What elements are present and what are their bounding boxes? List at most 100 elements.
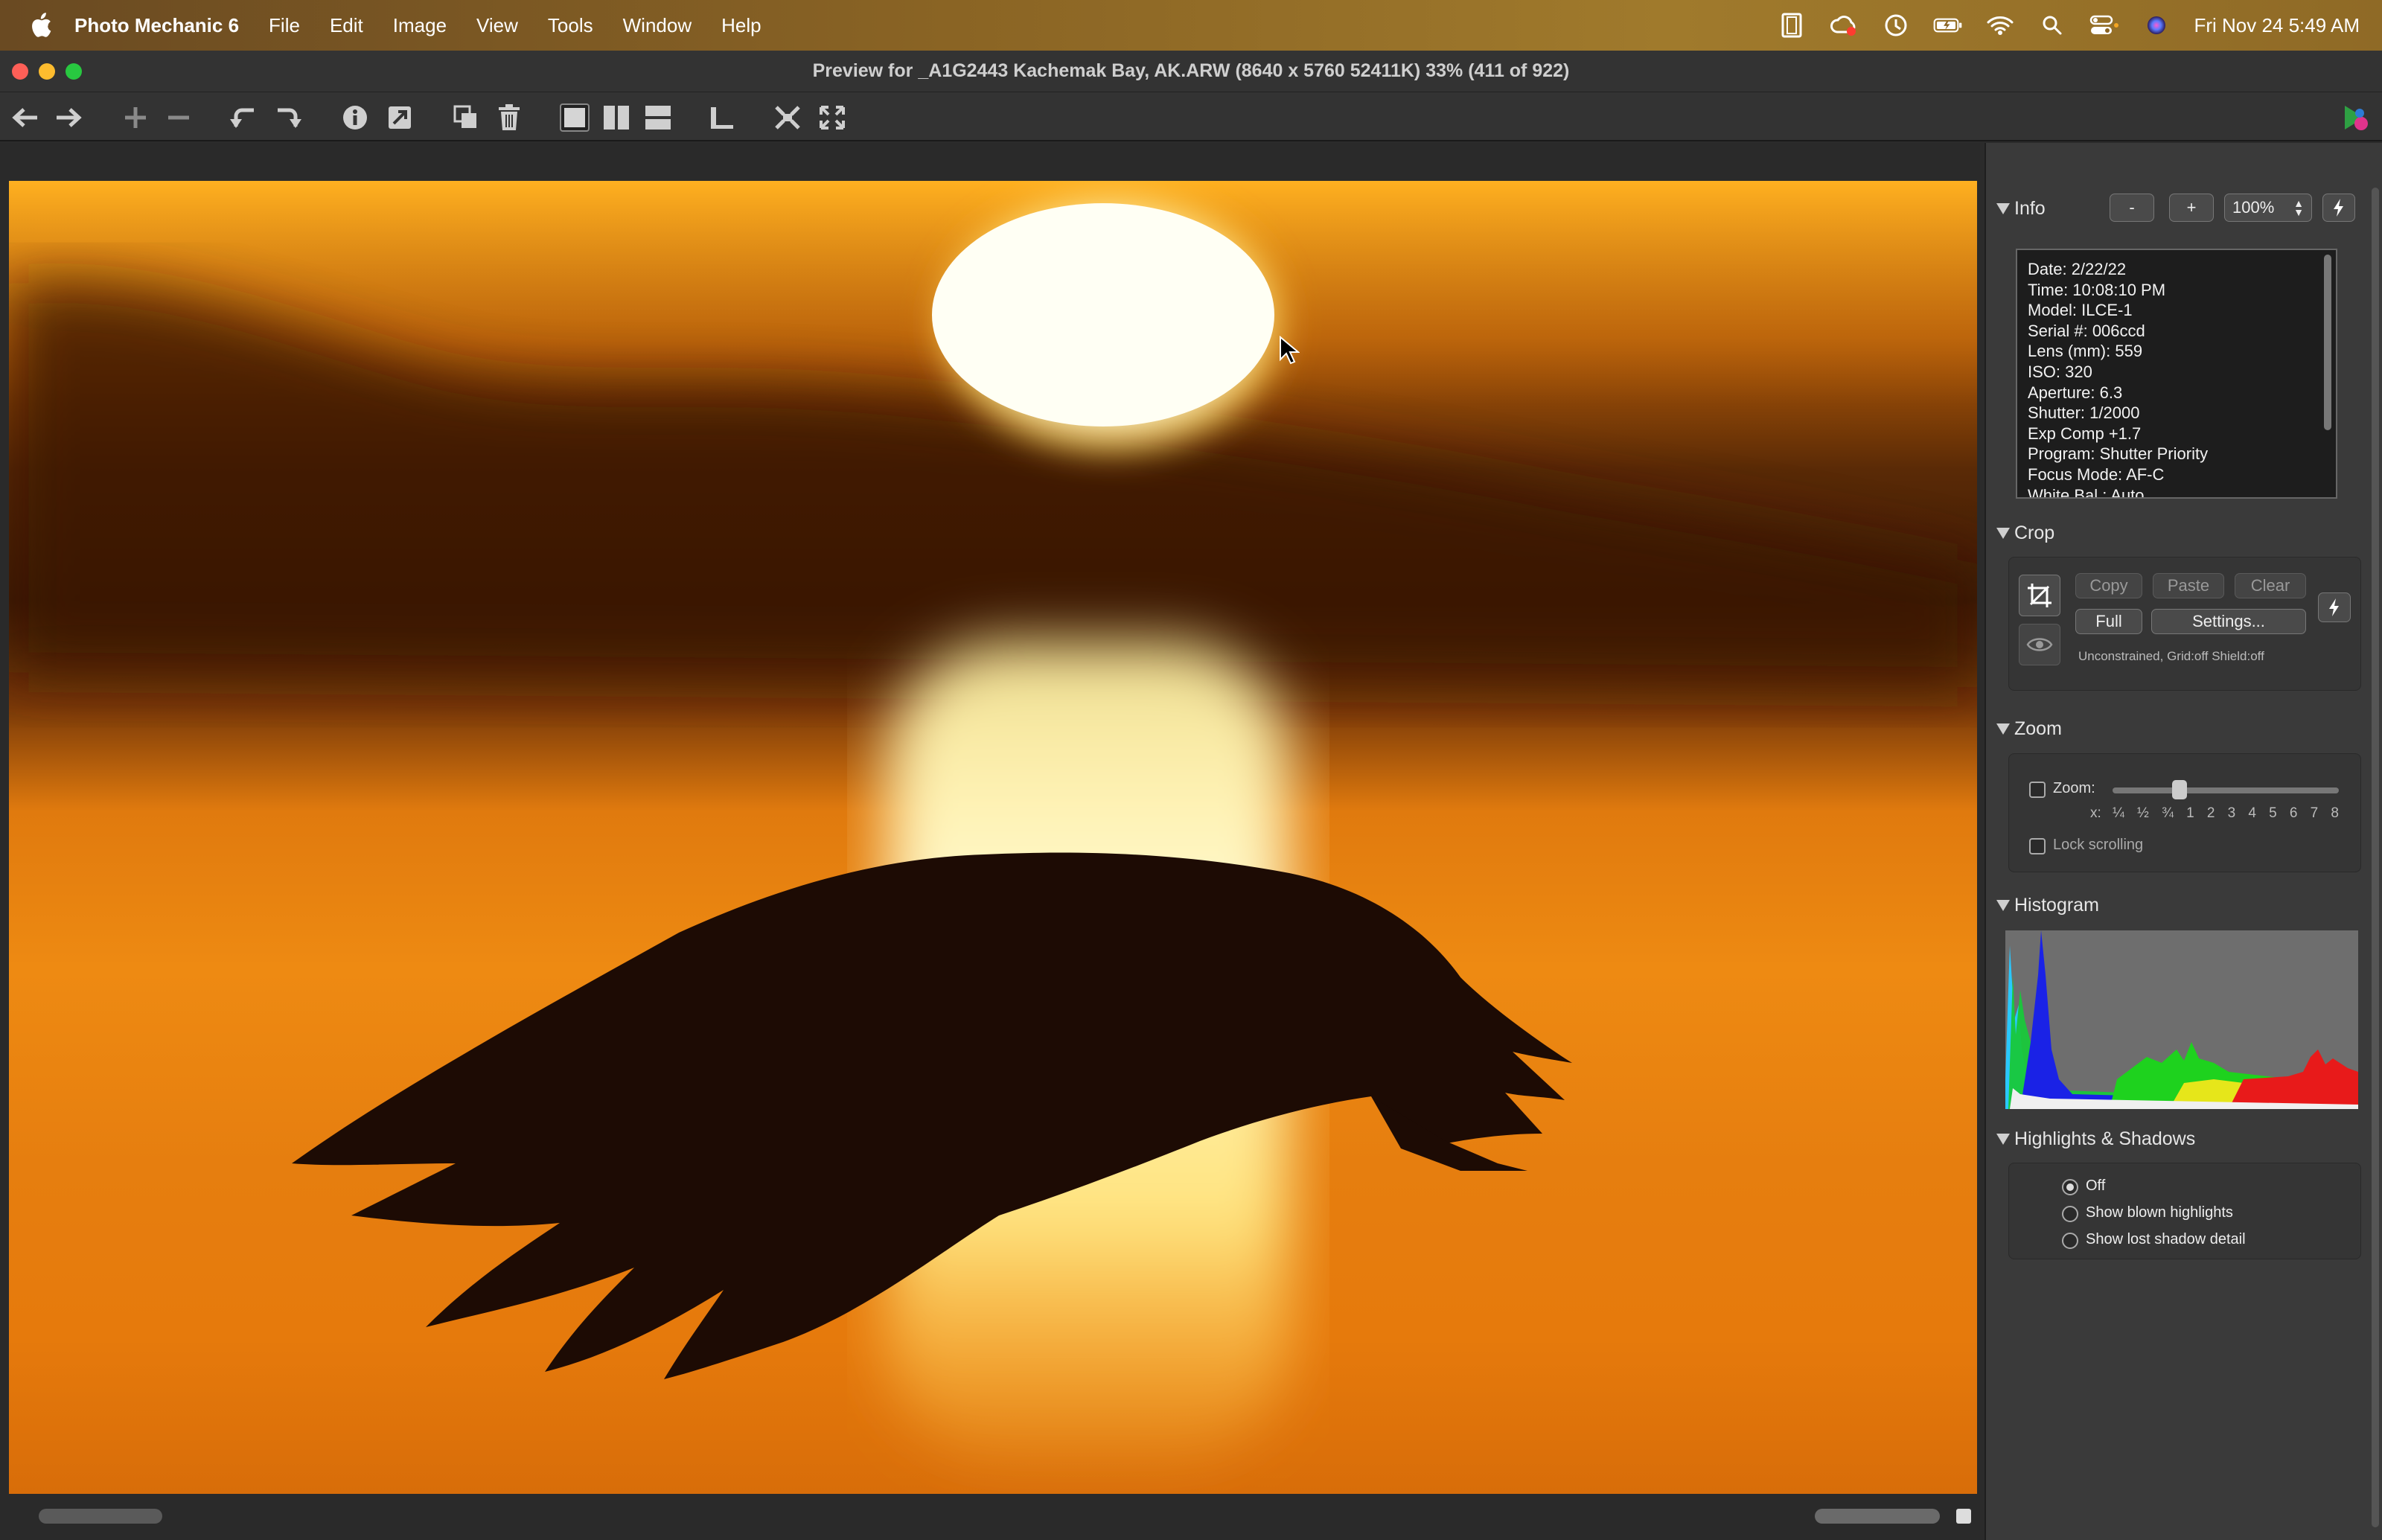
eye-icon [2026, 638, 2053, 651]
crop-settings-button[interactable]: Settings... [2151, 609, 2306, 634]
crop-copy-button[interactable]: Copy [2075, 573, 2142, 598]
lightning-icon [2334, 199, 2343, 217]
photo-preview-area[interactable] [0, 143, 1980, 1540]
crop-paste-button[interactable]: Paste [2153, 573, 2224, 598]
mouse-cursor-icon [1280, 336, 1300, 365]
zoom-tick: ½ [2137, 805, 2149, 821]
disclosure-triangle-icon [1996, 528, 2010, 539]
info-line: Serial #: 006ccd [2028, 321, 2145, 340]
zoom-button[interactable] [66, 63, 82, 80]
highlights-shadows-section-header[interactable]: Highlights & Shadows [1996, 1128, 2195, 1150]
stacked-view-icon[interactable] [642, 101, 674, 134]
histogram-display [2005, 930, 2358, 1109]
zoom-minus-button[interactable]: - [2110, 194, 2154, 222]
battery-icon[interactable] [1933, 10, 1963, 40]
info-line: Shutter: 1/2000 [2028, 403, 2140, 423]
info-lightning-button[interactable] [2322, 194, 2355, 222]
menu-image[interactable]: Image [393, 14, 447, 37]
disclosure-triangle-icon [1996, 900, 2010, 911]
info-line: Focus Mode: AF-C [2028, 464, 2165, 484]
siri-icon[interactable] [2142, 10, 2171, 40]
radio-off-label: Off [2086, 1178, 2106, 1194]
menu-window[interactable]: Window [623, 14, 692, 37]
trash-icon[interactable] [493, 101, 526, 134]
disclosure-triangle-icon [1996, 203, 2010, 214]
radio-show-lost-shadow-detail[interactable] [2062, 1233, 2078, 1249]
info-scroll-thumb[interactable] [2324, 255, 2331, 430]
zoom-tick: 2 [2206, 805, 2215, 821]
title-bar: Preview for _A1G2443 Kachemak Bay, AK.AR… [0, 51, 2382, 92]
radio-off[interactable] [2062, 1179, 2078, 1195]
right-inspector-panel: Info - + 100% ▲ ▼ Date: 2/22/22 Time: 10:… [1985, 143, 2382, 1540]
zoom-tick: 8 [2331, 805, 2339, 821]
zoom-tick: 7 [2310, 805, 2319, 821]
menu-file[interactable]: File [269, 14, 300, 37]
minimize-button[interactable] [39, 63, 55, 80]
menu-edit[interactable]: Edit [330, 14, 363, 37]
filmstrip-icon[interactable] [1777, 10, 1807, 40]
single-view-icon[interactable] [558, 101, 591, 134]
control-center-icon[interactable] [2089, 10, 2119, 40]
crop-lightning-button[interactable] [2318, 592, 2351, 622]
menubar-clock[interactable]: Fri Nov 24 5:49 AM [2194, 14, 2360, 37]
zoom-plus-button[interactable]: + [2169, 194, 2214, 222]
zoom-slider-track[interactable] [2113, 780, 2339, 799]
zoom-tick: ¼ [2113, 805, 2124, 821]
histogram-section-header[interactable]: Histogram [1996, 895, 2099, 916]
preview-photo[interactable] [9, 181, 1977, 1494]
panel-scroll-thumb[interactable] [2372, 188, 2379, 1527]
rotate-left-icon[interactable] [227, 101, 260, 134]
crop-status-text: Unconstrained, Grid:off Shield:off [2078, 649, 2264, 663]
rotate-right-icon[interactable] [272, 101, 304, 134]
color-class-icon[interactable] [2339, 101, 2372, 134]
app-name-menu[interactable]: Photo Mechanic 6 [74, 14, 239, 37]
image-export-icon[interactable] [383, 101, 416, 134]
radio-show-lost-shadow-detail-label: Show lost shadow detail [2086, 1231, 2246, 1247]
lock-scrolling-checkbox[interactable] [2029, 838, 2046, 854]
wifi-icon[interactable] [1985, 10, 2015, 40]
zoom-percent-select[interactable]: 100% ▲ ▼ [2224, 194, 2312, 222]
info-section-header[interactable]: Info [1996, 198, 2046, 220]
zoom-section-header[interactable]: Zoom [1996, 718, 2062, 740]
info-line: Aperture: 6.3 [2028, 383, 2123, 402]
menu-view[interactable]: View [476, 14, 518, 37]
left-scroll-thumb[interactable] [39, 1509, 162, 1524]
info-line: Exp Comp +1.7 [2028, 424, 2142, 443]
forward-arrow-icon[interactable] [52, 101, 85, 134]
disclosure-triangle-icon [1996, 723, 2010, 735]
zoom-tick: ¾ [2162, 805, 2174, 821]
time-machine-icon[interactable] [1881, 10, 1911, 40]
back-arrow-icon[interactable] [9, 101, 42, 134]
zoom-label: Zoom: [2053, 780, 2095, 796]
zoom-in-plus-icon[interactable] [119, 101, 152, 134]
histogram-red [2229, 1049, 2358, 1109]
info-icon[interactable] [339, 101, 371, 134]
info-line: Time: 10:08:10 PM [2028, 280, 2166, 299]
crop-preview-button[interactable] [2019, 624, 2060, 665]
zoom-slider-thumb[interactable] [2171, 780, 2187, 799]
align-bottom-icon[interactable] [706, 101, 738, 134]
lightning-icon [2329, 598, 2339, 616]
fit-to-window-icon[interactable] [771, 101, 804, 134]
crop-tool-button[interactable] [2019, 575, 2060, 616]
menu-help[interactable]: Help [721, 14, 761, 37]
fullscreen-icon[interactable] [816, 101, 849, 134]
zoom-out-minus-icon[interactable] [162, 101, 195, 134]
metadata-info-box[interactable]: Date: 2/22/22 Time: 10:08:10 PM Model: I… [2016, 249, 2337, 499]
disclosure-triangle-icon [1996, 1134, 2010, 1145]
menu-tools[interactable]: Tools [548, 14, 593, 37]
horizontal-scroll-thumb[interactable] [1815, 1509, 1940, 1524]
apple-menu-icon[interactable] [27, 11, 55, 39]
close-button[interactable] [12, 63, 28, 80]
crop-clear-button[interactable]: Clear [2235, 573, 2306, 598]
zoom-checkbox[interactable] [2029, 782, 2046, 798]
side-by-side-view-icon[interactable] [600, 101, 633, 134]
duplicate-icon[interactable] [450, 101, 482, 134]
crop-full-button[interactable]: Full [2075, 609, 2142, 634]
resize-corner[interactable] [1956, 1509, 1971, 1524]
horizontal-scroll-area [0, 1494, 1980, 1540]
creative-cloud-icon[interactable] [1829, 10, 1859, 40]
spotlight-search-icon[interactable] [2037, 10, 2067, 40]
crop-section-header[interactable]: Crop [1996, 523, 2054, 544]
radio-show-blown-highlights[interactable] [2062, 1206, 2078, 1222]
